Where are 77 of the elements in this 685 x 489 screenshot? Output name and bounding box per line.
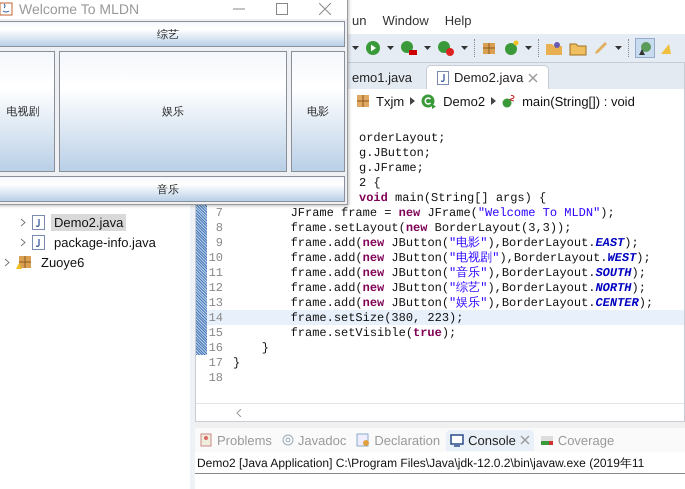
close-icon[interactable] — [520, 435, 530, 445]
line-number: 9 — [214, 236, 223, 250]
line-number: 16 — [208, 340, 223, 354]
console-header: Demo2 [Java Application] C:\Program Files\Java\jdk-12.0.2\bin\javaw.exe (2019年11 — [195, 452, 685, 474]
breadcrumb-item[interactable]: Demo2 — [443, 94, 486, 108]
tree-item[interactable]: package-info.java — [51, 234, 159, 250]
swing-button[interactable]: 综艺 — [0, 21, 345, 47]
dropdown-caret-icon[interactable] — [352, 46, 359, 50]
swing-button[interactable]: 音乐 — [0, 176, 345, 202]
method-icon — [502, 94, 516, 108]
problems-icon — [199, 433, 213, 447]
document-icon — [356, 433, 370, 447]
java-file-icon — [436, 70, 449, 84]
dropdown-caret-icon[interactable] — [387, 46, 394, 50]
monitor-icon — [450, 434, 464, 446]
project-icon — [16, 254, 32, 270]
line-number: 10 — [208, 250, 223, 264]
code-line: frame.setSize(380, 223); — [290, 310, 464, 324]
close-icon[interactable] — [319, 3, 331, 15]
line-number: 11 — [208, 266, 223, 280]
line-number: 8 — [214, 220, 223, 234]
tree-item[interactable]: Demo2.java — [51, 214, 126, 230]
scroll-left-icon[interactable] — [236, 408, 242, 416]
editor-tab[interactable]: emo1.java — [352, 66, 422, 89]
folder-icon[interactable] — [545, 40, 563, 56]
chevron-icon[interactable] — [20, 238, 26, 246]
window-title: Welcome To MLDN — [19, 1, 140, 17]
chevron-icon[interactable] — [4, 258, 10, 266]
code-line: } — [260, 340, 270, 354]
code-line: void main(String[] args) { — [358, 190, 546, 204]
close-icon[interactable] — [528, 72, 538, 82]
maximize-icon[interactable] — [276, 3, 288, 15]
code-line: frame.setLayout(new BorderLayout(3,3)); — [290, 220, 572, 234]
tree-item[interactable]: Zuoye6 — [38, 254, 88, 270]
line-number: 12 — [208, 280, 223, 294]
dropdown-caret-icon[interactable] — [525, 46, 532, 50]
java-file-icon — [32, 214, 45, 230]
line-number: 14 — [208, 310, 223, 324]
bar-icon — [540, 434, 554, 446]
line-number: 13 — [208, 296, 223, 310]
code-line: g.JFrame; — [358, 160, 424, 174]
class-icon — [421, 94, 438, 108]
menu-item[interactable]: Window — [382, 12, 429, 28]
swing-button[interactable]: 电视剧 — [0, 51, 55, 172]
code-line: frame.add(new JButton("音乐"),BorderLayout.SOUTH); — [290, 265, 646, 281]
code-line: JFrame frame = new JFrame("Welcome To MLDN"); — [290, 206, 615, 220]
menu-item[interactable]: Help — [444, 12, 472, 28]
code-line: orderLayout; — [358, 130, 446, 144]
code-line: frame.add(new JButton("电影"),BorderLayout.EAST); — [290, 235, 639, 251]
swing-button[interactable]: 电影 — [291, 51, 345, 172]
run-icon[interactable] — [365, 40, 381, 56]
code-line: } — [233, 356, 240, 370]
dropdown-caret-icon[interactable] — [424, 46, 431, 50]
code-line: frame.add(new JButton("娱乐"),BorderLayout.CENTER); — [290, 295, 654, 311]
menu-item[interactable]: un — [352, 12, 366, 28]
breadcrumb-item[interactable]: main(String[]) : void — [522, 94, 635, 108]
new-package-icon[interactable] — [481, 40, 497, 56]
swing-button[interactable]: 娱乐 — [59, 51, 287, 172]
code-line: frame.add(new JButton("综艺"),BorderLayout.NORTH); — [290, 280, 646, 296]
code-line: frame.add(new JButton("电视剧"),BorderLayout.WEST); — [290, 250, 651, 266]
editor-tab[interactable]: Demo2.java — [426, 65, 550, 89]
code-line: frame.setVisible(true); — [290, 326, 456, 340]
view-tab[interactable]: Console — [446, 430, 534, 450]
chevron-icon[interactable] — [20, 218, 26, 226]
breadcrumb-arrow-icon — [410, 97, 416, 105]
code-line: g.JButton; — [358, 146, 432, 160]
java-file-icon — [32, 234, 45, 250]
package-icon — [356, 94, 370, 108]
breadcrumb-arrow-icon — [491, 97, 496, 105]
dropdown-caret-icon[interactable] — [615, 46, 622, 50]
dropdown-caret-icon[interactable] — [461, 46, 468, 50]
line-number: 17 — [208, 356, 223, 370]
breadcrumb-item[interactable]: Txjm — [376, 94, 404, 108]
line-number: 18 — [208, 370, 223, 384]
line-number: 7 — [214, 206, 223, 220]
code-line: 2 { — [358, 176, 381, 190]
line-number: 15 — [208, 326, 223, 340]
